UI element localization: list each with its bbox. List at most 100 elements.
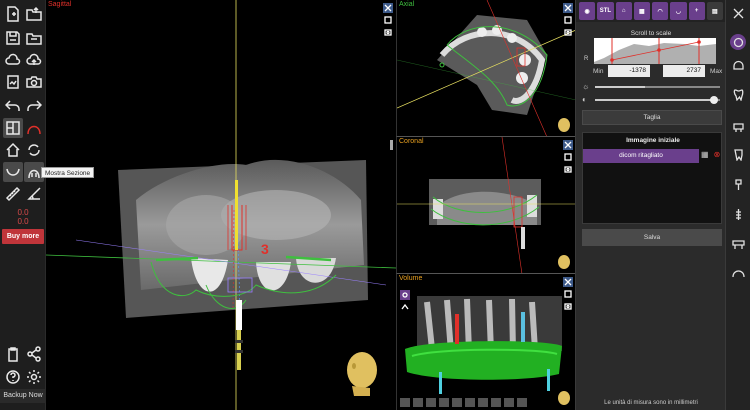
layout-icon[interactable] (3, 118, 23, 138)
delete-icon[interactable]: ⊗ (714, 150, 721, 159)
volume-visibility-icon[interactable] (400, 290, 410, 300)
show-section-tooltip: Mostra Sezione (41, 167, 95, 178)
layout-toggle-icon[interactable] (563, 289, 573, 299)
arch-icon[interactable]: ◠ (652, 2, 669, 20)
taglia-button[interactable]: Taglia (582, 110, 722, 125)
tooth-brain-icon[interactable] (730, 57, 746, 73)
snapshot-icon[interactable] (563, 164, 573, 174)
layout-toggle-icon[interactable] (383, 15, 393, 25)
view-left-icon[interactable] (426, 398, 436, 407)
view-right-icon[interactable] (439, 398, 449, 407)
teeth-group-icon[interactable]: ▦ (633, 2, 650, 20)
cloud-sync-icon[interactable] (3, 50, 23, 70)
head-orientation-icon[interactable] (557, 118, 571, 134)
new-file-icon[interactable] (3, 4, 23, 24)
app-window: 0.0 0.0 Buy more Backup Now Mostra Sezio… (0, 0, 750, 410)
home-icon[interactable] (3, 140, 23, 160)
clipboard-icon[interactable] (3, 344, 23, 364)
image-list-item[interactable]: dicom ritagliato (583, 149, 699, 163)
slice-scroll-handle[interactable] (390, 140, 393, 150)
top-icon-bar: ◉ STL ⌂ ▦ ◠ ◡ + ▤ (576, 0, 726, 22)
undo-icon[interactable] (3, 96, 23, 116)
view-back-icon[interactable] (413, 398, 423, 407)
view-reset-icon[interactable] (491, 398, 501, 407)
tooth-outline-icon[interactable] (730, 86, 746, 102)
help-icon[interactable] (3, 367, 23, 387)
view-iso-icon[interactable] (478, 398, 488, 407)
camera-icon[interactable] (24, 72, 44, 92)
backup-now-button[interactable]: Backup Now (0, 389, 46, 403)
open-file-icon[interactable] (24, 28, 44, 48)
volume-tools (563, 277, 573, 311)
snapshot-icon[interactable] (563, 27, 573, 37)
contrast-slider[interactable] (595, 96, 720, 104)
arch-curve-icon[interactable] (24, 118, 44, 138)
tooth-root-icon[interactable] (730, 176, 746, 192)
expand-icon[interactable] (563, 140, 573, 150)
max-value-input[interactable]: 2737 (663, 65, 705, 77)
scroll-to-scale-title: Scroll to scale (630, 30, 672, 37)
view-front-icon[interactable] (400, 398, 410, 407)
cloud-upload-icon[interactable] (24, 50, 44, 70)
coronal-viewport[interactable]: Coronal (396, 137, 575, 274)
open-folder-icon[interactable] (24, 4, 44, 24)
head-orientation-icon[interactable] (557, 391, 571, 407)
brightness-icon: ☼ (582, 82, 590, 91)
coronal-ct-image (397, 137, 575, 273)
axial-viewport[interactable]: Axial (396, 0, 575, 137)
redo-icon[interactable] (24, 96, 44, 116)
plus-icon[interactable]: + (688, 2, 705, 20)
panoramic-curve-icon[interactable] (3, 162, 23, 182)
min-value-input[interactable]: -1378 (608, 65, 650, 77)
crown-icon[interactable] (730, 118, 746, 134)
coronal-tools (563, 140, 573, 174)
bridge-icon[interactable] (730, 235, 746, 251)
sagittal-viewport[interactable]: Sagittal 3 (46, 0, 396, 410)
layout-toggle-icon[interactable] (563, 152, 573, 162)
stl-icon[interactable]: STL (597, 2, 614, 20)
volume-viewport[interactable]: Volume (396, 274, 575, 410)
teeth-icon[interactable]: ⌂ (615, 2, 632, 20)
snapshot-icon[interactable] (563, 301, 573, 311)
settings-gear-icon[interactable] (24, 367, 44, 387)
tooth-settings-icon[interactable] (730, 34, 746, 50)
calendar-icon[interactable]: ▦ (701, 150, 709, 159)
arch-model-icon[interactable] (730, 264, 746, 280)
single-tooth-icon[interactable] (730, 146, 746, 162)
ruler-icon[interactable] (3, 184, 23, 204)
layout-toggle-icon[interactable] (563, 15, 573, 25)
buy-more-button[interactable]: Buy more (2, 229, 44, 244)
volume-3d-render (405, 296, 562, 394)
report-icon[interactable] (3, 72, 23, 92)
view-plus-icon[interactable] (517, 398, 527, 407)
right-panel: ◉ STL ⌂ ▦ ◠ ◡ + ▤ Scroll to scale R Min … (575, 0, 726, 410)
rotate-3d-icon[interactable] (24, 140, 44, 160)
salva-button[interactable]: Salva (582, 229, 722, 246)
image-item-actions: ▦ ⊗ (701, 150, 720, 159)
expand-icon[interactable] (563, 3, 573, 13)
save-icon[interactable] (3, 28, 23, 48)
left-toolbar: 0.0 0.0 Buy more Backup Now (0, 0, 46, 410)
right-icon-rail (725, 0, 750, 410)
arch-row-icon[interactable]: ◡ (670, 2, 687, 20)
share-icon[interactable] (24, 344, 44, 364)
angle-icon[interactable] (24, 184, 44, 204)
min-label: Min (593, 68, 604, 75)
view-bottom-icon[interactable] (465, 398, 475, 407)
expand-icon[interactable] (383, 3, 393, 13)
close-x-icon[interactable] (730, 5, 746, 21)
brightness-slider[interactable] (595, 86, 720, 88)
implant-icon[interactable] (730, 206, 746, 222)
head-orientation-icon[interactable] (557, 255, 571, 271)
volume-bottom-toolbar (400, 398, 527, 407)
view-crop-icon[interactable] (504, 398, 514, 407)
max-label: Max (710, 68, 723, 75)
density-histogram[interactable] (594, 38, 716, 64)
tooth-icon[interactable]: ◉ (579, 2, 596, 20)
grid-icon[interactable]: ▤ (706, 2, 723, 20)
head-orientation-icon[interactable] (344, 350, 380, 396)
snapshot-icon[interactable] (383, 27, 393, 37)
view-top-icon[interactable] (452, 398, 462, 407)
expand-icon[interactable] (563, 277, 573, 287)
volume-option-icon[interactable] (400, 302, 410, 312)
